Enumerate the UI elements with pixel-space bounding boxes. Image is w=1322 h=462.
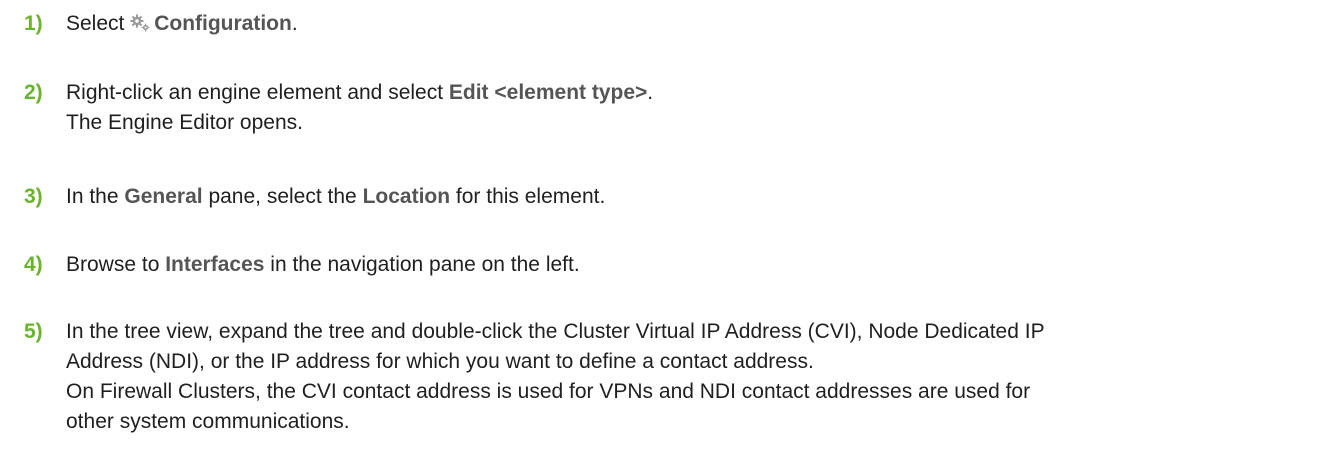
ui-term-general: General bbox=[124, 185, 203, 208]
step-number: 3) bbox=[24, 185, 43, 208]
step-text: Right-click an engine element and select… bbox=[66, 78, 1306, 138]
ui-term-edit-element-type: Edit <element type> bbox=[448, 81, 648, 104]
step-number: 1) bbox=[24, 12, 43, 35]
ui-term-configuration: Configuration bbox=[154, 12, 292, 35]
ui-term-location: Location bbox=[362, 185, 451, 208]
gear-icon bbox=[130, 14, 150, 32]
step-result: The Engine Editor opens. bbox=[66, 111, 303, 134]
step-line: Address (NDI), or the IP address for whi… bbox=[66, 350, 814, 373]
step-text: Browse to Interfaces in the navigation p… bbox=[66, 253, 580, 276]
step-note-line: other system communications. bbox=[66, 410, 350, 433]
step-note-line: On Firewall Clusters, the CVI contact ad… bbox=[66, 380, 1031, 403]
step-number: 2) bbox=[24, 81, 43, 104]
procedure-steps: 1) Select Configuration. 2) Right-click … bbox=[0, 0, 1322, 462]
step-text: In the General pane, select the Location… bbox=[66, 185, 606, 208]
step-line: In the tree view, expand the tree and do… bbox=[66, 320, 1045, 343]
ui-term-interfaces: Interfaces bbox=[165, 253, 265, 276]
step-text: Select Configuration. bbox=[66, 12, 298, 35]
step-text: In the tree view, expand the tree and do… bbox=[66, 317, 1306, 437]
step-number: 4) bbox=[24, 253, 43, 276]
step-number: 5) bbox=[24, 320, 43, 343]
